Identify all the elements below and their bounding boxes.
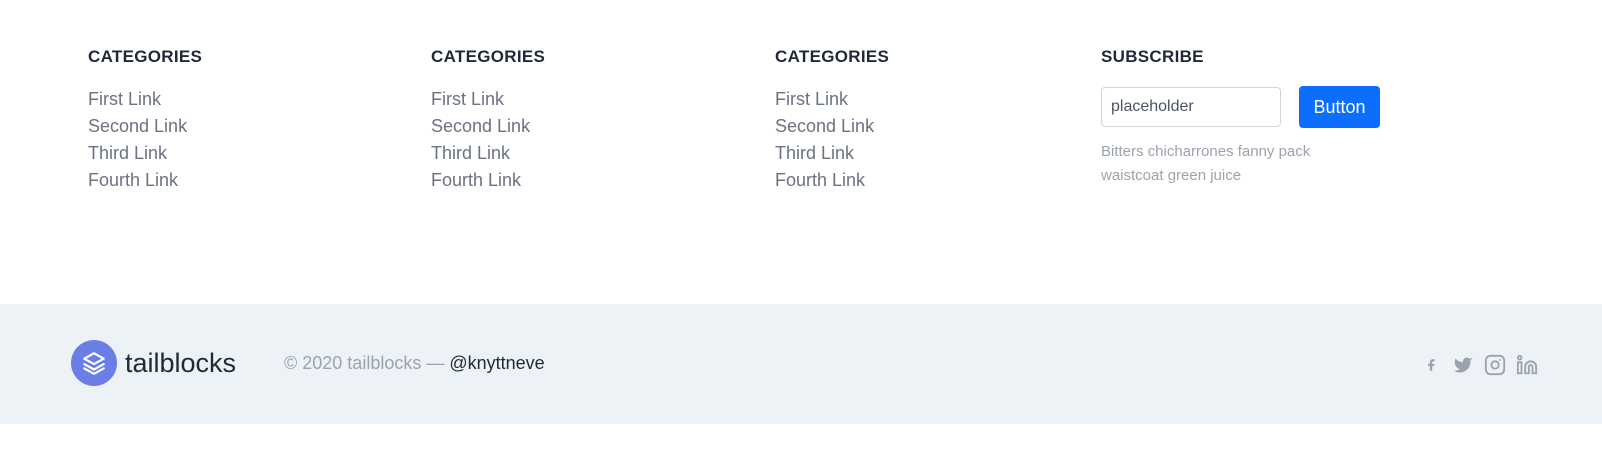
list-item: Fourth Link [88,167,202,194]
link-list: First Link Second Link Third Link Fourth… [88,86,202,194]
categories-column-1: CATEGORIES First Link Second Link Third … [88,46,202,194]
first-link[interactable]: First Link [775,89,848,109]
stack-layers-icon [71,340,117,386]
link-list: First Link Second Link Third Link Fourth… [431,86,545,194]
subscribe-description: Bitters chicharrones fanny pack waistcoa… [1101,143,1311,184]
linkedin-icon[interactable] [1516,354,1538,376]
third-link[interactable]: Third Link [775,143,854,163]
list-item: Third Link [431,140,545,167]
subscribe-form: Button [1101,86,1380,128]
link-list: First Link Second Link Third Link Fourth… [775,86,889,194]
list-item: Third Link [775,140,889,167]
instagram-icon[interactable] [1484,354,1506,376]
fourth-link[interactable]: Fourth Link [88,170,178,190]
second-link[interactable]: Second Link [431,116,530,136]
first-link[interactable]: First Link [431,89,504,109]
list-item: Second Link [88,113,202,140]
copyright-text: © 2020 tailblocks — @knyttneve [284,353,545,374]
third-link[interactable]: Third Link [88,143,167,163]
footer-bottom-bar: tailblocks © 2020 tailblocks — @knyttnev… [0,304,1602,424]
social-links [1420,354,1538,376]
list-item: Fourth Link [431,167,545,194]
author-handle-link[interactable]: @knyttneve [449,353,544,373]
subscribe-column: SUBSCRIBE Button Bitters chicharrones fa… [1101,46,1380,188]
twitter-icon[interactable] [1452,354,1474,376]
first-link[interactable]: First Link [88,89,161,109]
copyright-prefix: © 2020 tailblocks — [284,353,445,373]
list-item: Fourth Link [775,167,889,194]
fourth-link[interactable]: Fourth Link [431,170,521,190]
brand-link[interactable]: tailblocks [71,340,236,386]
list-item: Second Link [775,113,889,140]
subscribe-input[interactable] [1101,87,1281,127]
third-link[interactable]: Third Link [431,143,510,163]
facebook-icon[interactable] [1420,354,1442,376]
subscribe-title: SUBSCRIBE [1101,47,1204,66]
list-item: First Link [775,86,889,113]
column-title: CATEGORIES [88,47,203,66]
second-link[interactable]: Second Link [88,116,187,136]
column-title: CATEGORIES [775,47,890,66]
categories-column-3: CATEGORIES First Link Second Link Third … [775,46,889,194]
list-item: First Link [88,86,202,113]
page-bottom-spacer [0,424,1602,452]
footer-top-section: CATEGORIES First Link Second Link Third … [0,0,1602,304]
column-title: CATEGORIES [431,47,546,66]
list-item: Second Link [431,113,545,140]
fourth-link[interactable]: Fourth Link [775,170,865,190]
subscribe-button[interactable]: Button [1299,86,1380,128]
list-item: First Link [431,86,545,113]
second-link[interactable]: Second Link [775,116,874,136]
categories-column-2: CATEGORIES First Link Second Link Third … [431,46,545,194]
brand-name: tailblocks [125,347,237,378]
list-item: Third Link [88,140,202,167]
